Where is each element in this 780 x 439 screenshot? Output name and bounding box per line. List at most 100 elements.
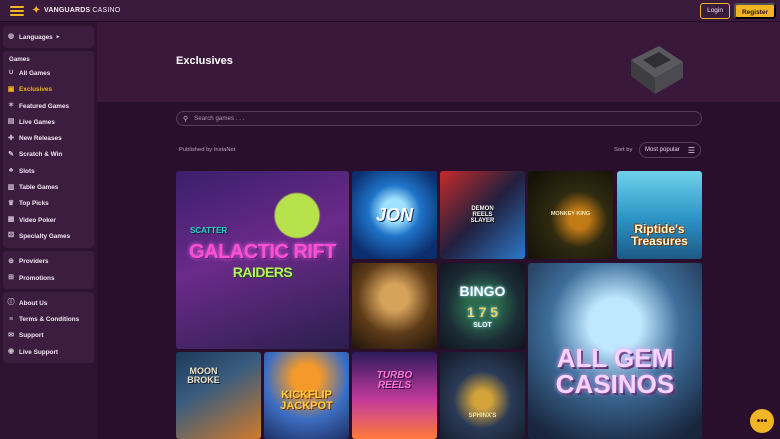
- languages-block: ◍ Languages ▸: [3, 26, 94, 49]
- sidebar-item-slots[interactable]: ♣ Slots: [3, 163, 94, 179]
- game-tile-monkey-king[interactable]: MONKEY KING: [528, 171, 613, 259]
- sidebar: ◍ Languages ▸ Games ∪ All Games ▣ Exclusiv…: [0, 22, 97, 439]
- sidebar-item-featured-games[interactable]: ✶ Featured Games: [3, 98, 94, 114]
- sidebar-item-label: Providers: [19, 258, 49, 266]
- site-logo[interactable]: ✦ VANGUARDS CASINO: [32, 5, 121, 16]
- sidebar-item-exclusives[interactable]: ▣ Exclusives: [3, 82, 94, 98]
- search-input[interactable]: [194, 115, 675, 122]
- sidebar-item-label: Live Support: [19, 348, 59, 356]
- sidebar-item-label: Scratch & Win: [19, 151, 63, 159]
- publisher-text: Published by InstaNet: [179, 147, 236, 153]
- cherry-icon: ♣: [8, 167, 14, 175]
- sort-value: Most popular: [645, 147, 680, 153]
- sidebar-item-about-us[interactable]: ⓘ About Us: [3, 295, 94, 311]
- sidebar-item-label: Exclusives: [19, 86, 53, 94]
- sidebar-item-label: Video Poker: [19, 216, 56, 224]
- sidebar-item-top-picks[interactable]: ♛ Top Picks: [3, 196, 94, 212]
- horseshoe-icon: ∪: [8, 69, 14, 77]
- game-tile-all-gem-casinos[interactable]: ALL GEM CASINOS: [528, 263, 702, 439]
- live-chat-button[interactable]: •••: [750, 409, 774, 433]
- sidebar-item-label: Promotions: [19, 274, 55, 282]
- game-tile-galactic-rift-raiders[interactable]: SCATTER GALACTIC RIFT RAIDERS: [176, 171, 349, 349]
- search-bar[interactable]: ⚲: [176, 111, 702, 126]
- game-subtitle: RAIDERS: [232, 263, 293, 280]
- game-title: DEMON REELS SLAYER: [470, 206, 495, 224]
- game-tile-riptides-treasures[interactable]: Riptide's Treasures: [617, 171, 702, 259]
- top-bar: ✦ VANGUARDS CASINO Login Register: [0, 0, 780, 22]
- sidebar-item-label: Table Games: [19, 184, 59, 192]
- scatter-label: SCATTER: [190, 226, 228, 235]
- sidebar-item-promotions[interactable]: ⊞ Promotions: [3, 270, 94, 286]
- game-title: MOON BROKE: [187, 365, 220, 385]
- game-title: TURBO REELS: [376, 369, 413, 391]
- chevron-right-icon: ▸: [56, 34, 60, 41]
- game-title: Riptide's Treasures: [631, 222, 688, 248]
- instanet-cube-icon: [631, 46, 683, 94]
- sidebar-item-table-games[interactable]: ▥ Table Games: [3, 179, 94, 195]
- games-heading: Games: [9, 56, 30, 64]
- sidebar-item-new-releases[interactable]: ✚ New Releases: [3, 130, 94, 146]
- logo-brand-subtext: CASINO: [92, 7, 121, 14]
- category-banner: Exclusives: [97, 22, 780, 102]
- providers-icon: ⊕: [8, 257, 14, 265]
- info-icon: ⓘ: [7, 299, 15, 307]
- sidebar-item-scratch-win[interactable]: ✎ Scratch & Win: [3, 147, 94, 163]
- sidebar-item-label: Top Picks: [19, 200, 49, 208]
- providers-block: ⊕ Providers ⊞ Promotions: [3, 250, 94, 290]
- trophy-icon: ♛: [7, 199, 15, 207]
- games-block: Games ∪ All Games ▣ Exclusives ✶ Featured G…: [3, 51, 94, 248]
- sidebar-item-terms[interactable]: ≡ Terms & Conditions: [3, 311, 94, 327]
- game-tile-bingo-slot[interactable]: BINGO 1 7 5 SLOT: [440, 263, 525, 349]
- game-title: KICKFLIP JACKPOT: [280, 388, 333, 412]
- game-tile-sphinx[interactable]: SPHINX'S: [440, 352, 525, 439]
- game-title: MONKEY KING: [550, 211, 591, 218]
- game-title: SPHINX'S: [468, 412, 497, 419]
- game-tile-turbo-reels[interactable]: TURBO REELS: [352, 352, 437, 439]
- poker-icon: ▦: [7, 216, 15, 224]
- login-button[interactable]: Login: [700, 3, 730, 19]
- game-tile-demon-reels-slayer[interactable]: DEMON REELS SLAYER: [440, 171, 525, 259]
- sidebar-item-providers[interactable]: ⊕ Providers: [3, 254, 94, 270]
- languages-menu[interactable]: ◍ Languages ▸: [3, 29, 94, 45]
- sidebar-item-label: Specialty Games: [19, 232, 71, 240]
- live-icon: ▤: [7, 118, 15, 126]
- game-subtitle: SLOT: [473, 322, 492, 329]
- sort-label: Sort by: [614, 147, 633, 153]
- sidebar-item-all-games[interactable]: ∪ All Games: [3, 65, 94, 81]
- sidebar-item-label: About Us: [19, 299, 48, 307]
- sliders-icon: ☰: [687, 145, 695, 155]
- sort-select[interactable]: Most popular ☰: [639, 142, 701, 158]
- game-tile-jon[interactable]: JON: [352, 171, 437, 259]
- sidebar-item-video-poker[interactable]: ▦ Video Poker: [3, 212, 94, 228]
- sidebar-item-label: New Releases: [19, 135, 62, 143]
- languages-label: Languages: [19, 33, 53, 41]
- document-icon: ≡: [8, 315, 14, 323]
- scratch-icon: ✎: [8, 150, 14, 158]
- sidebar-item-support[interactable]: ✉ Support: [3, 328, 94, 344]
- logo-brand-text: VANGUARDS: [44, 7, 91, 14]
- new-icon: ✚: [8, 134, 14, 142]
- sidebar-item-label: Support: [19, 332, 44, 340]
- sidebar-item-specialty-games[interactable]: ⚄ Specialty Games: [3, 228, 94, 244]
- game-tile-mermaid[interactable]: [352, 263, 437, 349]
- sidebar-item-label: Terms & Conditions: [19, 316, 80, 324]
- game-tile-kickflip-jackpot[interactable]: KICKFLIP JACKPOT: [264, 352, 349, 439]
- sidebar-item-label: All Games: [19, 69, 51, 77]
- exclusive-icon: ▣: [7, 85, 15, 93]
- dice-icon: ⚄: [7, 232, 15, 240]
- sidebar-item-live-support[interactable]: ◉ Live Support: [3, 344, 94, 360]
- globe-icon: ◍: [7, 33, 15, 41]
- game-title: GALACTIC RIFT: [189, 240, 336, 263]
- mail-icon: ✉: [8, 331, 14, 339]
- sidebar-item-live-games[interactable]: ▤ Live Games: [3, 114, 94, 130]
- gift-icon: ⊞: [8, 274, 14, 281]
- hamburger-menu-icon[interactable]: [10, 5, 24, 16]
- game-number: 1 7 5: [466, 304, 499, 320]
- star-icon: ✶: [8, 102, 14, 110]
- game-title: BINGO: [459, 283, 506, 299]
- game-tile-moon-broke[interactable]: MOON BROKE: [176, 352, 261, 439]
- info-block: ⓘ About Us ≡ Terms & Conditions ✉ Support ◉…: [3, 292, 94, 364]
- sidebar-item-label: Featured Games: [19, 102, 70, 110]
- sidebar-item-label: Slots: [19, 167, 35, 175]
- register-button[interactable]: Register: [733, 3, 776, 19]
